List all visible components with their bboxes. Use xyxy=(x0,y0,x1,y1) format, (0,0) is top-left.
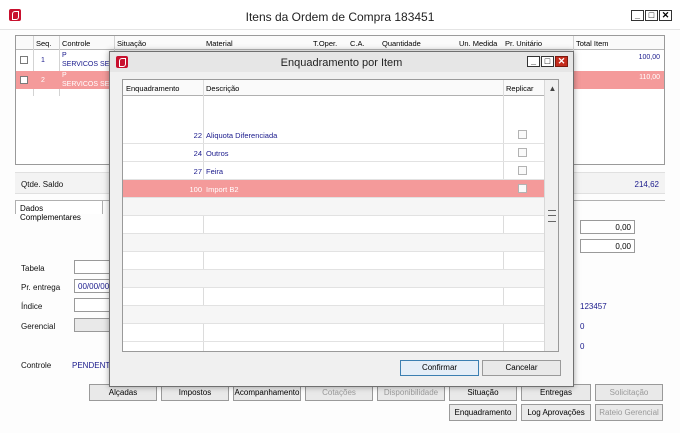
enquadramento-dialog: Enquadramento por Item _ □ ✕ Enquadramen… xyxy=(109,51,574,387)
col-situacao[interactable]: Situação xyxy=(117,39,146,48)
col-ca[interactable]: C.A. xyxy=(350,39,365,48)
controle-label: Controle xyxy=(21,361,52,370)
enquadramento-grid: Enquadramento Descrição Replicar 22 Aliq… xyxy=(122,79,559,352)
minimize-icon[interactable]: _ xyxy=(527,56,540,67)
cancel-button[interactable]: Cancelar xyxy=(482,360,561,376)
col-material[interactable]: Material xyxy=(206,39,233,48)
row-controle: P xyxy=(62,52,67,59)
col-replicar[interactable]: Replicar xyxy=(506,84,534,93)
gerencial-field xyxy=(74,318,114,332)
row-select-checkbox[interactable] xyxy=(20,76,28,84)
row-code: 22 xyxy=(193,131,202,140)
dialog-titlebar: Enquadramento por Item _ □ ✕ xyxy=(110,52,573,72)
pr-entrega-field[interactable]: 00/00/00 xyxy=(74,279,114,293)
replicar-checkbox[interactable] xyxy=(518,166,527,175)
empty-row xyxy=(123,216,544,234)
confirm-button[interactable]: Confirmar xyxy=(400,360,479,376)
replicar-checkbox[interactable] xyxy=(518,130,527,139)
table-row[interactable]: 24 Outros xyxy=(123,144,544,162)
dialog-title: Enquadramento por Item xyxy=(280,57,403,69)
empty-row xyxy=(123,270,544,288)
row-code: 24 xyxy=(193,149,202,158)
row-select-checkbox[interactable] xyxy=(20,56,28,64)
solicitacao-button[interactable]: Solicitação xyxy=(595,384,663,401)
empty-row xyxy=(123,306,544,324)
replicar-checkbox[interactable] xyxy=(518,184,527,193)
qtde-saldo-label: Qtde. Saldo xyxy=(21,180,64,189)
row-code: 27 xyxy=(193,167,202,176)
col-un-medida[interactable]: Un. Medida xyxy=(459,39,497,48)
close-icon[interactable]: ✕ xyxy=(659,10,672,21)
value-field-1[interactable]: 0,00 xyxy=(580,220,635,234)
indice-field[interactable] xyxy=(74,298,114,312)
tabela-label: Tabela xyxy=(21,264,45,273)
enquadramento-grid-header: Enquadramento Descrição Replicar xyxy=(123,80,544,96)
empty-row xyxy=(123,234,544,252)
row-seq: 2 xyxy=(41,77,45,84)
row-code: 100 xyxy=(189,185,202,194)
col-pr-unitario[interactable]: Pr. Unitário xyxy=(505,39,542,48)
gerencial-label: Gerencial xyxy=(21,322,56,331)
row-description: Import B2 xyxy=(206,185,239,194)
tabela-field[interactable] xyxy=(74,260,114,274)
code-value: 123457 xyxy=(580,302,607,311)
empty-row xyxy=(123,198,544,216)
minimize-icon[interactable]: _ xyxy=(631,10,644,21)
col-seq[interactable]: Seq. xyxy=(36,39,51,48)
table-row-selected[interactable]: 100 Import B2 xyxy=(123,180,544,198)
main-window-title: Itens da Ordem de Compra 183451 xyxy=(245,10,435,24)
col-controle[interactable]: Controle xyxy=(62,39,90,48)
table-row[interactable]: 27 Feira xyxy=(123,162,544,180)
maximize-icon[interactable]: □ xyxy=(645,10,658,21)
col-enquadramento[interactable]: Enquadramento xyxy=(126,84,179,93)
grid-scrollbar[interactable]: ▲ xyxy=(544,80,558,351)
rateio-gerencial-button[interactable]: Rateio Gerencial xyxy=(595,404,663,421)
row-description: Outros xyxy=(206,149,229,158)
zero-value-2: 0 xyxy=(580,342,585,351)
col-total-item[interactable]: Total Item xyxy=(576,39,609,48)
row-total: 110,00 xyxy=(639,74,660,81)
enquadramento-button[interactable]: Enquadramento xyxy=(449,404,517,421)
zero-value-1: 0 xyxy=(580,322,585,331)
close-icon[interactable]: ✕ xyxy=(555,56,568,67)
col-quantidade[interactable]: Quantidade xyxy=(382,39,421,48)
row-controle-desc: SERVICOS SER xyxy=(62,61,115,68)
empty-row xyxy=(123,288,544,306)
row-total: 100,00 xyxy=(638,54,660,61)
log-aprovacoes-button[interactable]: Log Aprovações xyxy=(521,404,591,421)
scroll-up-icon[interactable]: ▲ xyxy=(545,82,558,96)
replicar-checkbox[interactable] xyxy=(518,148,527,157)
pr-entrega-label: Pr. entrega xyxy=(21,283,61,292)
tab-dados-complementares[interactable]: Dados Complementares xyxy=(15,200,103,222)
row-description: Feira xyxy=(206,167,224,176)
main-titlebar: Itens da Ordem de Compra 183451 _ □ ✕ xyxy=(0,0,680,30)
row-controle-desc: SERVICOS SER xyxy=(62,81,115,88)
row-description: Aliquota Diferenciada xyxy=(206,131,278,140)
value-field-2[interactable]: 0,00 xyxy=(580,239,635,253)
maximize-icon[interactable]: □ xyxy=(541,56,554,67)
row-seq: 1 xyxy=(41,57,45,64)
qtde-saldo-value: 214,62 xyxy=(634,180,659,189)
empty-row xyxy=(123,252,544,270)
row-controle: P xyxy=(62,72,67,79)
indice-label: Índice xyxy=(21,302,43,311)
empty-row xyxy=(123,324,544,342)
col-descricao[interactable]: Descrição xyxy=(206,84,239,93)
table-row[interactable]: 22 Aliquota Diferenciada xyxy=(123,126,544,144)
col-toper[interactable]: T.Oper. xyxy=(313,39,337,48)
scrollbar-thumb[interactable] xyxy=(548,210,556,222)
